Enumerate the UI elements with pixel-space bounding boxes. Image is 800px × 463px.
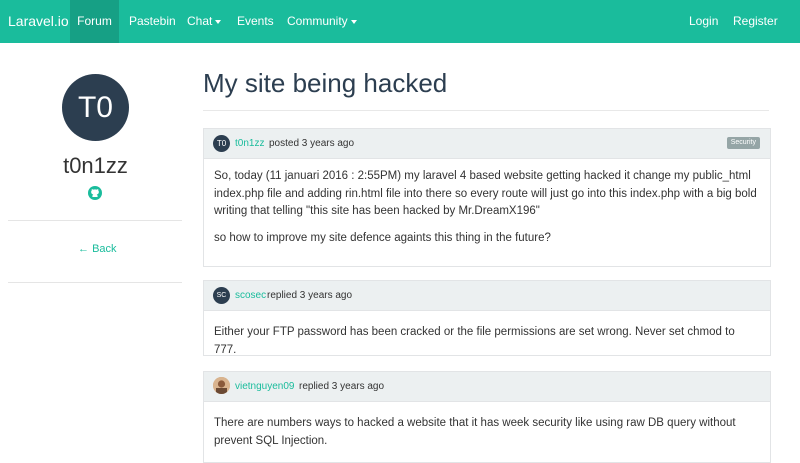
sidebar-divider [8, 220, 182, 221]
brand-logo[interactable]: Laravel.io [8, 0, 69, 43]
author-avatar[interactable]: T0 [213, 135, 230, 152]
thread-title: My site being hacked [203, 68, 448, 98]
thread-post: T0 t0n1zz posted 3 years ago Security So… [203, 128, 771, 267]
author-photo-avatar[interactable] [213, 377, 230, 394]
profile-username: t0n1zz [63, 153, 128, 178]
nav-register[interactable]: Register [733, 0, 778, 43]
post-meta: replied 3 years ago [267, 290, 353, 301]
post-body: So, today (11 januari 2016 : 2:55PM) my … [204, 159, 770, 247]
top-navbar: Laravel.io Forum Pastebin Chat Events Co… [0, 0, 800, 43]
sidebar-divider [8, 282, 182, 283]
back-label: Back [92, 243, 117, 255]
post-paragraph: Either your FTP password has been cracke… [214, 326, 735, 356]
nav-forum[interactable]: Forum [70, 0, 119, 43]
nav-chat-label: Chat [187, 14, 213, 28]
nav-community[interactable]: Community [287, 0, 357, 43]
author-avatar[interactable]: SC [213, 287, 230, 304]
user-avatar[interactable]: T0 [62, 74, 129, 141]
reply-post: SC scosec replied 3 years ago Either you… [203, 280, 771, 356]
post-header: T0 t0n1zz posted 3 years ago Security [204, 129, 770, 159]
github-icon[interactable] [88, 186, 102, 205]
post-body: Either your FTP password has been cracke… [204, 311, 770, 359]
post-meta: posted 3 years ago [269, 138, 355, 149]
post-header: SC scosec replied 3 years ago [204, 281, 770, 311]
post-header: vietnguyen09 replied 3 years ago [204, 372, 770, 402]
author-link[interactable]: t0n1zz [235, 129, 264, 158]
post-paragraph: There are numbers ways to hacked a websi… [214, 417, 736, 447]
post-paragraph: so how to improve my site defence againt… [214, 231, 551, 244]
nav-pastebin[interactable]: Pastebin [129, 0, 176, 43]
tag-badge[interactable]: Security [726, 137, 760, 149]
post-paragraph: So, today (11 januari 2016 : 2:55PM) my … [214, 170, 757, 217]
post-body: There are numbers ways to hacked a websi… [204, 402, 770, 450]
title-divider [203, 110, 769, 111]
author-link[interactable]: vietnguyen09 [235, 372, 295, 401]
nav-community-label: Community [287, 14, 348, 28]
nav-login[interactable]: Login [689, 0, 718, 43]
post-meta: replied 3 years ago [299, 381, 385, 392]
back-link[interactable]: ← Back [78, 243, 117, 255]
arrow-left-icon: ← [78, 243, 89, 255]
author-link[interactable]: scosec [235, 281, 266, 310]
nav-chat[interactable]: Chat [187, 0, 222, 43]
nav-events[interactable]: Events [237, 0, 274, 43]
chevron-down-icon [215, 19, 222, 24]
reply-post: vietnguyen09 replied 3 years ago There a… [203, 371, 771, 463]
chevron-down-icon [350, 19, 357, 24]
